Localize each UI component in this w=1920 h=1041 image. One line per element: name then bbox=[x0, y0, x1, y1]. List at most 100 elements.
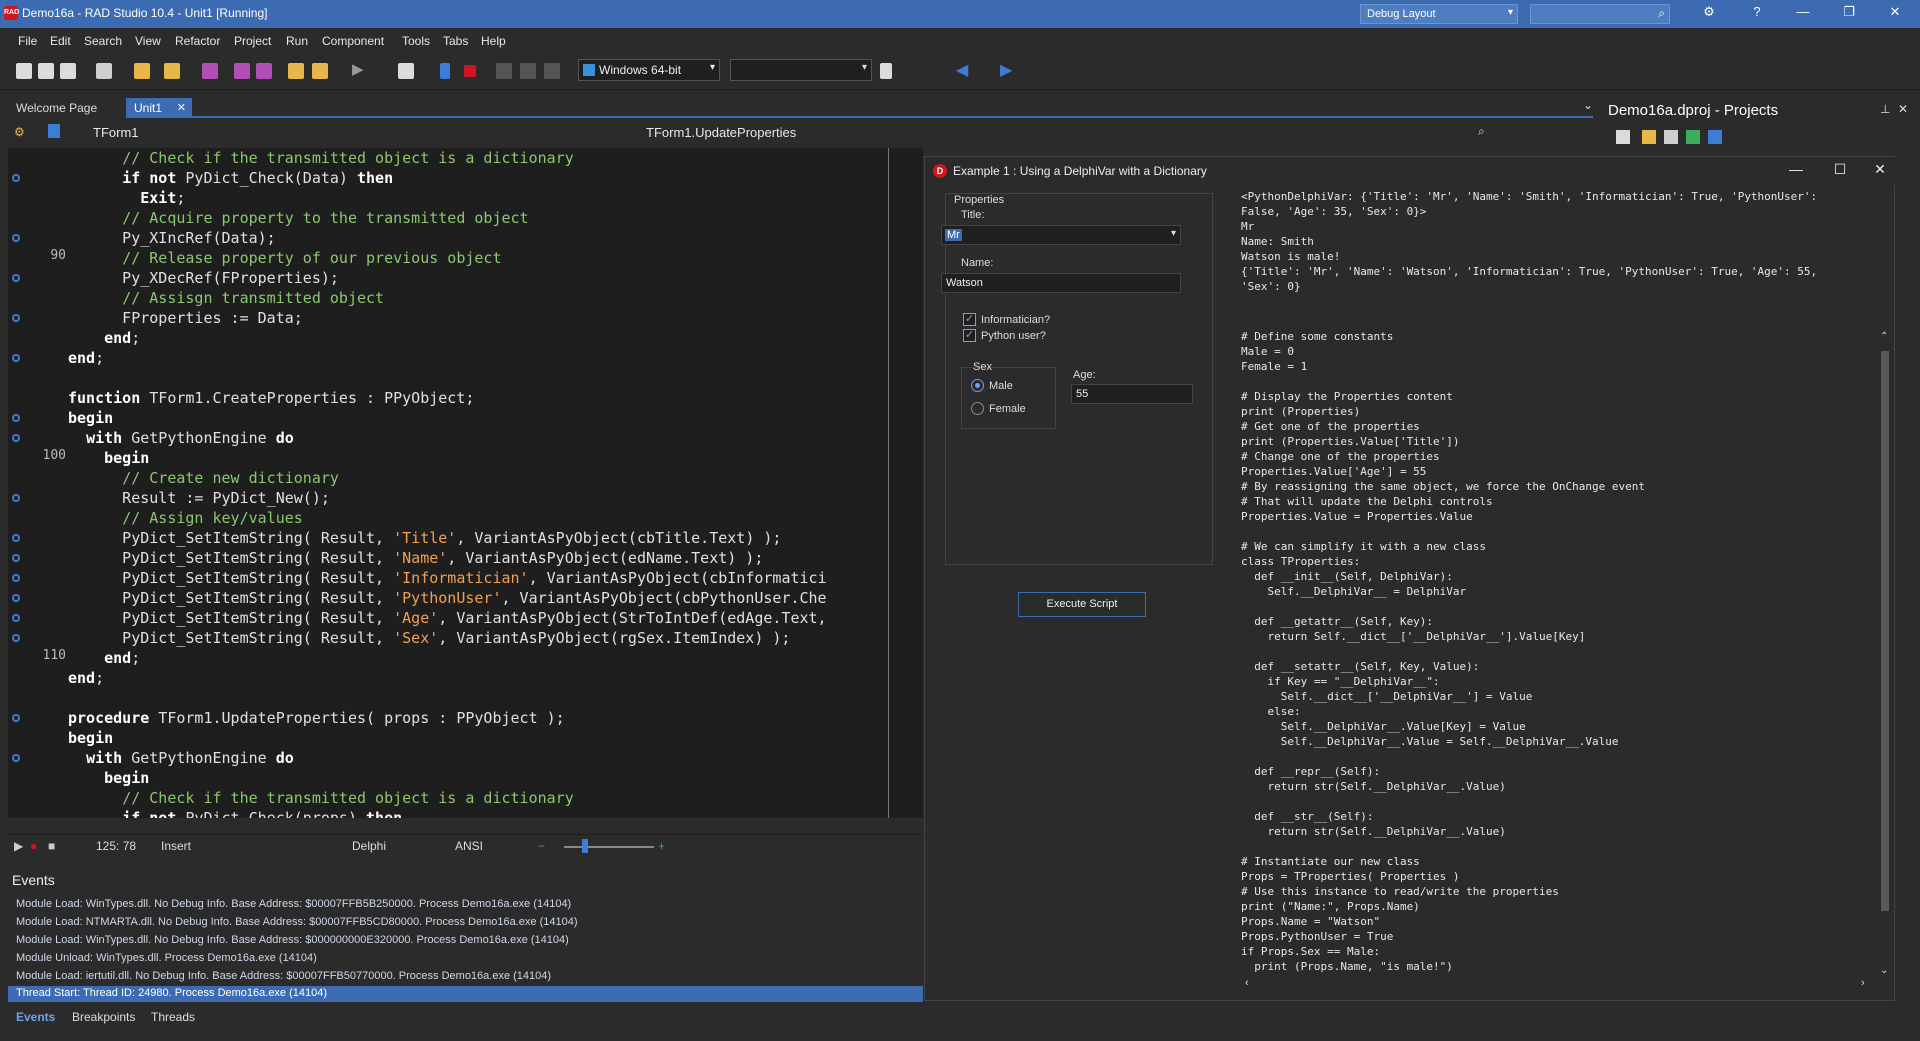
breakpoint-marker-icon[interactable] bbox=[12, 634, 20, 642]
code-line[interactable]: // Check if the transmitted object is a … bbox=[68, 148, 574, 168]
age-field[interactable]: 55 bbox=[1071, 384, 1193, 404]
breakpoint-marker-icon[interactable] bbox=[12, 234, 20, 242]
help-icon[interactable]: ? bbox=[1742, 4, 1772, 24]
code-line[interactable]: Exit; bbox=[68, 188, 185, 208]
breakpoint-marker-icon[interactable] bbox=[12, 414, 20, 422]
script-line[interactable]: # Change one of the properties bbox=[1241, 449, 1440, 464]
zoom-in-icon[interactable]: + bbox=[658, 839, 665, 853]
script-line[interactable]: print (Props.Name, "is male!") bbox=[1241, 959, 1453, 974]
menu-refactor[interactable]: Refactor bbox=[175, 34, 220, 48]
script-line[interactable]: Self.__DelphiVar__.Value[Key] = Value bbox=[1241, 719, 1526, 734]
breakpoint-marker-icon[interactable] bbox=[12, 614, 20, 622]
breakpoint-marker-icon[interactable] bbox=[12, 494, 20, 502]
script-line[interactable]: Male = 0 bbox=[1241, 344, 1294, 359]
script-line[interactable]: # Instantiate our new class bbox=[1241, 854, 1420, 869]
breakpoint-marker-icon[interactable] bbox=[12, 354, 20, 362]
script-line[interactable]: # Display the Properties content bbox=[1241, 389, 1453, 404]
scroll-up-icon[interactable]: ⌃ bbox=[1880, 331, 1888, 342]
script-horizontal-scrollbar[interactable]: ‹ › bbox=[1241, 977, 1877, 991]
code-line[interactable]: with GetPythonEngine do bbox=[68, 428, 294, 448]
breakpoint-marker-icon[interactable] bbox=[12, 714, 20, 722]
script-line[interactable]: else: bbox=[1241, 704, 1300, 719]
code-line[interactable]: PyDict_SetItemString( Result, 'Title', V… bbox=[68, 528, 781, 548]
scrollbar-thumb[interactable] bbox=[1881, 351, 1889, 911]
code-area[interactable]: // Check if the transmitted object is a … bbox=[68, 148, 923, 818]
breakpoint-marker-icon[interactable] bbox=[12, 274, 20, 282]
code-line[interactable]: if not PyDict_Check(props) then bbox=[68, 808, 402, 818]
script-line[interactable]: return Self.__dict__['__DelphiVar__'].Va… bbox=[1241, 629, 1585, 644]
close-pane-icon[interactable]: ✕ bbox=[1898, 102, 1908, 116]
add-project-icon[interactable] bbox=[1616, 130, 1630, 144]
trace-into-icon[interactable] bbox=[496, 63, 512, 79]
event-line[interactable]: Module Unload: WinTypes.dll. Process Dem… bbox=[16, 952, 317, 964]
code-line[interactable]: end; bbox=[68, 648, 140, 668]
scroll-right-icon[interactable]: › bbox=[1861, 977, 1865, 989]
breakpoint-marker-icon[interactable] bbox=[12, 434, 20, 442]
add-to-project-icon[interactable] bbox=[288, 63, 304, 79]
back-icon[interactable]: ◀ bbox=[956, 60, 972, 79]
remove-icon[interactable] bbox=[1664, 130, 1678, 144]
script-line[interactable]: return str(Self.__DelphiVar__.Value) bbox=[1241, 779, 1505, 794]
pause-icon[interactable] bbox=[440, 63, 450, 79]
code-line[interactable]: Py_XIncRef(Data); bbox=[68, 228, 276, 248]
maximize-button[interactable]: ❐ bbox=[1834, 4, 1864, 24]
save-as-icon[interactable] bbox=[256, 63, 272, 79]
deploy-icon[interactable] bbox=[880, 63, 892, 79]
menu-edit[interactable]: Edit bbox=[50, 34, 71, 48]
name-field[interactable]: Watson bbox=[941, 273, 1181, 293]
script-line[interactable]: Properties.Value['Age'] = 55 bbox=[1241, 464, 1426, 479]
code-line[interactable]: // Assisgn transmitted object bbox=[68, 288, 384, 308]
script-line[interactable]: # Use this instance to read/write the pr… bbox=[1241, 884, 1559, 899]
breakpoint-marker-icon[interactable] bbox=[12, 594, 20, 602]
code-line[interactable]: // Check if the transmitted object is a … bbox=[68, 788, 574, 808]
informatician-checkbox[interactable]: ✓ bbox=[963, 313, 976, 326]
build-icon[interactable] bbox=[1708, 130, 1722, 144]
menu-file[interactable]: File bbox=[18, 34, 37, 48]
female-radio[interactable] bbox=[971, 402, 984, 415]
save-all-icon[interactable] bbox=[234, 63, 250, 79]
event-line[interactable]: Thread Start: Thread ID: 24980. Process … bbox=[16, 987, 327, 999]
tab-events[interactable]: Events bbox=[16, 1010, 55, 1024]
breakpoint-marker-icon[interactable] bbox=[12, 554, 20, 562]
code-line[interactable]: with GetPythonEngine do bbox=[68, 748, 294, 768]
reopen-icon[interactable] bbox=[164, 63, 180, 79]
menu-tools[interactable]: Tools bbox=[402, 34, 430, 48]
script-line[interactable]: print ("Name:", Props.Name) bbox=[1241, 899, 1420, 914]
breakpoint-marker-icon[interactable] bbox=[12, 534, 20, 542]
script-line[interactable]: def __init__(Self, DelphiVar): bbox=[1241, 569, 1453, 584]
script-line[interactable]: def __str__(Self): bbox=[1241, 809, 1373, 824]
open-icon[interactable] bbox=[134, 63, 150, 79]
settings-icon[interactable]: ⚙ bbox=[1694, 4, 1724, 24]
tab-unit1[interactable]: Unit1 ✕ bbox=[126, 98, 192, 118]
code-line[interactable]: end; bbox=[68, 668, 104, 688]
script-line[interactable]: Female = 1 bbox=[1241, 359, 1307, 374]
script-line[interactable]: # That will update the Delphi controls bbox=[1241, 494, 1493, 509]
script-line[interactable]: Self.__DelphiVar__ = DelphiVar bbox=[1241, 584, 1466, 599]
script-line[interactable]: Properties.Value = Properties.Value bbox=[1241, 509, 1473, 524]
editor-gutter[interactable]: 90 100 110 bbox=[8, 148, 68, 818]
pin-icon[interactable]: ⊥ bbox=[1880, 102, 1890, 116]
play-macro-icon[interactable]: ▶ bbox=[14, 839, 23, 853]
execute-script-button[interactable]: Execute Script bbox=[1018, 592, 1146, 617]
code-line[interactable]: PyDict_SetItemString( Result, 'Sex', Var… bbox=[68, 628, 790, 648]
menu-tabs[interactable]: Tabs bbox=[443, 34, 468, 48]
remove-from-project-icon[interactable] bbox=[312, 63, 328, 79]
event-line[interactable]: Module Load: WinTypes.dll. No Debug Info… bbox=[16, 898, 571, 910]
code-line[interactable]: end; bbox=[68, 348, 104, 368]
code-line[interactable]: if not PyDict_Check(Data) then bbox=[68, 168, 393, 188]
menu-help[interactable]: Help bbox=[481, 34, 506, 48]
code-line[interactable]: Py_XDecRef(FProperties); bbox=[68, 268, 339, 288]
search-icon[interactable]: ⌕ bbox=[1478, 124, 1485, 139]
stop-icon[interactable] bbox=[464, 65, 476, 77]
tab-threads[interactable]: Threads bbox=[151, 1010, 195, 1024]
tabs-dropdown-icon[interactable]: ⌄ bbox=[1583, 98, 1593, 112]
script-line[interactable]: def __setattr__(Self, Key, Value): bbox=[1241, 659, 1479, 674]
code-line[interactable]: Result := PyDict_New(); bbox=[68, 488, 330, 508]
app-close-button[interactable]: ✕ bbox=[1865, 161, 1895, 181]
script-line[interactable]: # We can simplify it with a new class bbox=[1241, 539, 1486, 554]
ide-search-input[interactable]: ⌕ bbox=[1530, 4, 1670, 24]
save-icon[interactable] bbox=[202, 63, 218, 79]
script-line[interactable]: def __repr__(Self): bbox=[1241, 764, 1380, 779]
menu-view[interactable]: View bbox=[135, 34, 161, 48]
class-selector[interactable]: TForm1 bbox=[93, 125, 139, 140]
